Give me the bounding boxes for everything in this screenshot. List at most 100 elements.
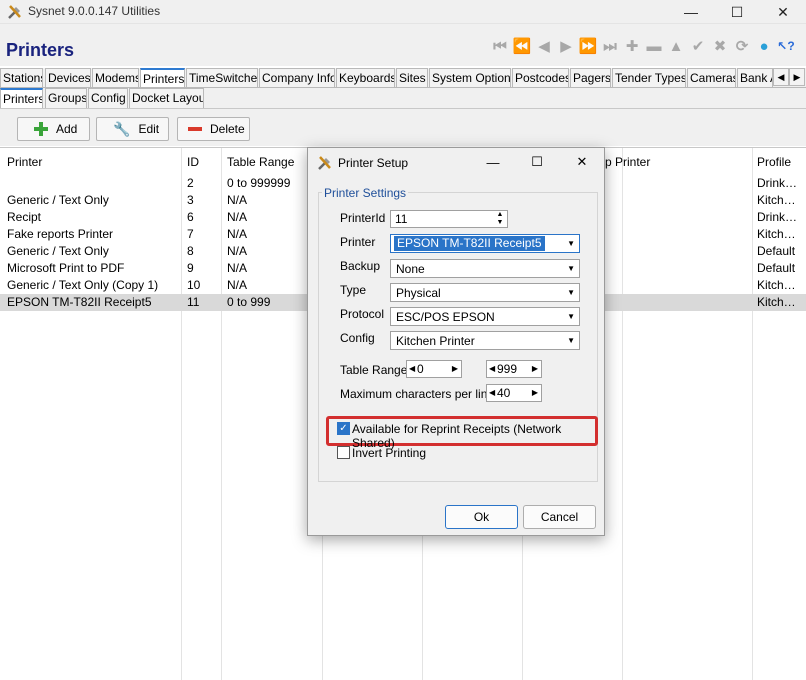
cell-profile: Kitch… bbox=[757, 278, 796, 292]
printer-value: EPSON TM-T82II Receipt5 bbox=[394, 236, 545, 251]
printer-id-value: 11 bbox=[395, 212, 408, 226]
header-profile[interactable]: Profile bbox=[757, 155, 791, 169]
invert-printing-checkbox[interactable] bbox=[337, 446, 350, 459]
minus-icon bbox=[188, 127, 202, 131]
delete-label: Delete bbox=[210, 122, 245, 136]
tab-stations[interactable]: Stations bbox=[0, 68, 43, 88]
ok-button[interactable]: Ok bbox=[445, 505, 518, 529]
refresh-icon[interactable]: ⟳ bbox=[732, 36, 752, 56]
tab-modems[interactable]: Modems bbox=[92, 68, 139, 88]
tab-scroll-left[interactable]: ◀ bbox=[773, 68, 789, 86]
nav-toolbar: ⏮ ⏪ ◀ ▶ ⏩ ⏭ ✚ ▬ ▲ ✔ ✖ ⟳ ● ↖? bbox=[490, 36, 796, 56]
last-icon[interactable]: ⏭ bbox=[600, 36, 620, 56]
minimize-button[interactable]: — bbox=[668, 0, 714, 24]
chat-icon[interactable]: ● bbox=[754, 36, 774, 56]
tools-icon bbox=[318, 156, 331, 170]
chevron-right-icon[interactable]: ▶ bbox=[532, 362, 538, 376]
cell-id: 8 bbox=[187, 244, 194, 258]
cell-printer: Generic / Text Only bbox=[7, 244, 109, 258]
tab-keyboards[interactable]: Keyboards bbox=[336, 68, 395, 88]
range-to-stepper[interactable]: ◀ 999 ▶ bbox=[486, 360, 542, 378]
help-icon[interactable]: ↖? bbox=[776, 36, 796, 56]
chevron-left-icon[interactable]: ◀ bbox=[489, 386, 495, 400]
cell-printer: Generic / Text Only bbox=[7, 193, 109, 207]
header-printer[interactable]: Printer bbox=[7, 155, 42, 169]
config-select[interactable]: Kitchen Printer ▼ bbox=[390, 331, 580, 350]
remove-icon[interactable]: ▬ bbox=[644, 36, 664, 56]
type-select[interactable]: Physical ▼ bbox=[390, 283, 580, 302]
title-bar: Sysnet 9.0.0.147 Utilities — ☐ ✕ bbox=[0, 0, 806, 24]
delete-button[interactable]: Delete bbox=[177, 117, 250, 141]
first-icon[interactable]: ⏮ bbox=[490, 36, 510, 56]
chevron-left-icon[interactable]: ◀ bbox=[409, 362, 415, 376]
tab-devices[interactable]: Devices bbox=[45, 68, 91, 88]
printer-id-stepper[interactable]: 11 ▲ ▼ bbox=[390, 210, 508, 228]
up-icon[interactable]: ▲ bbox=[666, 36, 686, 56]
cell-range: N/A bbox=[227, 244, 248, 258]
edit-button[interactable]: 🔧 Edit bbox=[96, 117, 169, 141]
tab-cameras[interactable]: Cameras bbox=[687, 68, 736, 88]
printer-select[interactable]: EPSON TM-T82II Receipt5 ▼ bbox=[390, 234, 580, 253]
close-button[interactable]: ✕ bbox=[760, 0, 806, 24]
range-from-value: 0 bbox=[417, 362, 424, 376]
prev-icon[interactable]: ◀ bbox=[534, 36, 554, 56]
protocol-value: ESC/POS EPSON bbox=[396, 310, 495, 324]
cell-id: 10 bbox=[187, 278, 201, 292]
printer-setup-dialog: Printer Setup — ☐ ✕ Printer Settings Pri… bbox=[307, 147, 605, 536]
add-button[interactable]: Add bbox=[17, 117, 90, 141]
range-to-value: 999 bbox=[497, 362, 518, 376]
next-icon[interactable]: ▶ bbox=[556, 36, 576, 56]
protocol-label: Protocol bbox=[340, 307, 385, 321]
tab-pagers[interactable]: Pagers bbox=[570, 68, 611, 88]
tab-postcodes[interactable]: Postcodes bbox=[512, 68, 569, 88]
header-id[interactable]: ID bbox=[187, 155, 199, 169]
tab-company-info[interactable]: Company Info bbox=[259, 68, 335, 88]
protocol-select[interactable]: ESC/POS EPSON ▼ bbox=[390, 307, 580, 326]
type-label: Type bbox=[340, 283, 367, 297]
add-icon[interactable]: ✚ bbox=[622, 36, 642, 56]
accept-icon[interactable]: ✔ bbox=[688, 36, 708, 56]
chevron-right-icon[interactable]: ▶ bbox=[452, 362, 458, 376]
chevron-down-icon: ▼ bbox=[567, 264, 575, 273]
cell-range: N/A bbox=[227, 261, 248, 275]
reprint-checkbox[interactable]: ✓ bbox=[337, 422, 350, 435]
cell-profile: Default bbox=[757, 244, 796, 258]
cell-range: N/A bbox=[227, 193, 248, 207]
tab-system-options[interactable]: System Options bbox=[429, 68, 511, 88]
chevron-left-icon[interactable]: ◀ bbox=[489, 362, 495, 376]
dialog-close-button[interactable]: ✕ bbox=[567, 151, 597, 173]
maximize-button[interactable]: ☐ bbox=[714, 0, 760, 24]
printer-id-label: PrinterId bbox=[340, 211, 386, 225]
stepper-arrows-icon[interactable]: ▲ ▼ bbox=[495, 211, 505, 227]
tab-sites[interactable]: Sites bbox=[396, 68, 428, 88]
dialog-maximize-button[interactable]: ☐ bbox=[522, 151, 552, 173]
cell-profile: Default bbox=[757, 261, 796, 275]
cell-profile: Drink… bbox=[757, 176, 798, 190]
tab-bank[interactable]: Bank A bbox=[737, 68, 773, 88]
table-range-label: Table Range bbox=[340, 363, 408, 377]
dialog-minimize-button[interactable]: — bbox=[478, 151, 508, 173]
backup-select[interactable]: None ▼ bbox=[390, 259, 580, 278]
tab-timeswitches[interactable]: TimeSwitches bbox=[186, 68, 258, 88]
range-from-stepper[interactable]: ◀ 0 ▶ bbox=[406, 360, 462, 378]
prev-page-icon[interactable]: ⏪ bbox=[512, 36, 532, 56]
cancel-button[interactable]: Cancel bbox=[523, 505, 596, 529]
tab-scroll-right[interactable]: ▶ bbox=[789, 68, 805, 86]
subtab-config[interactable]: Config bbox=[88, 88, 128, 108]
invert-printing-label[interactable]: Invert Printing bbox=[352, 446, 426, 460]
cell-range: N/A bbox=[227, 278, 248, 292]
subtab-docket-layout[interactable]: Docket Layout bbox=[129, 88, 204, 108]
toolbar: Add 🔧 Edit Delete bbox=[0, 108, 806, 146]
max-chars-stepper[interactable]: ◀ 40 ▶ bbox=[486, 384, 542, 402]
subtab-groups[interactable]: Groups bbox=[45, 88, 87, 108]
main-tabs: Stations Devices Modems Printers TimeSwi… bbox=[0, 68, 806, 88]
cell-id: 11 bbox=[187, 295, 200, 309]
cancel-icon[interactable]: ✖ bbox=[710, 36, 730, 56]
header-table-range[interactable]: Table Range bbox=[227, 155, 294, 169]
next-page-icon[interactable]: ⏩ bbox=[578, 36, 598, 56]
chevron-right-icon[interactable]: ▶ bbox=[532, 386, 538, 400]
tab-tender-types[interactable]: Tender Types bbox=[612, 68, 686, 88]
tab-printers[interactable]: Printers bbox=[140, 68, 185, 88]
header-backup-printer[interactable]: p Printer bbox=[605, 155, 650, 169]
subtab-printers[interactable]: Printers bbox=[0, 88, 43, 108]
